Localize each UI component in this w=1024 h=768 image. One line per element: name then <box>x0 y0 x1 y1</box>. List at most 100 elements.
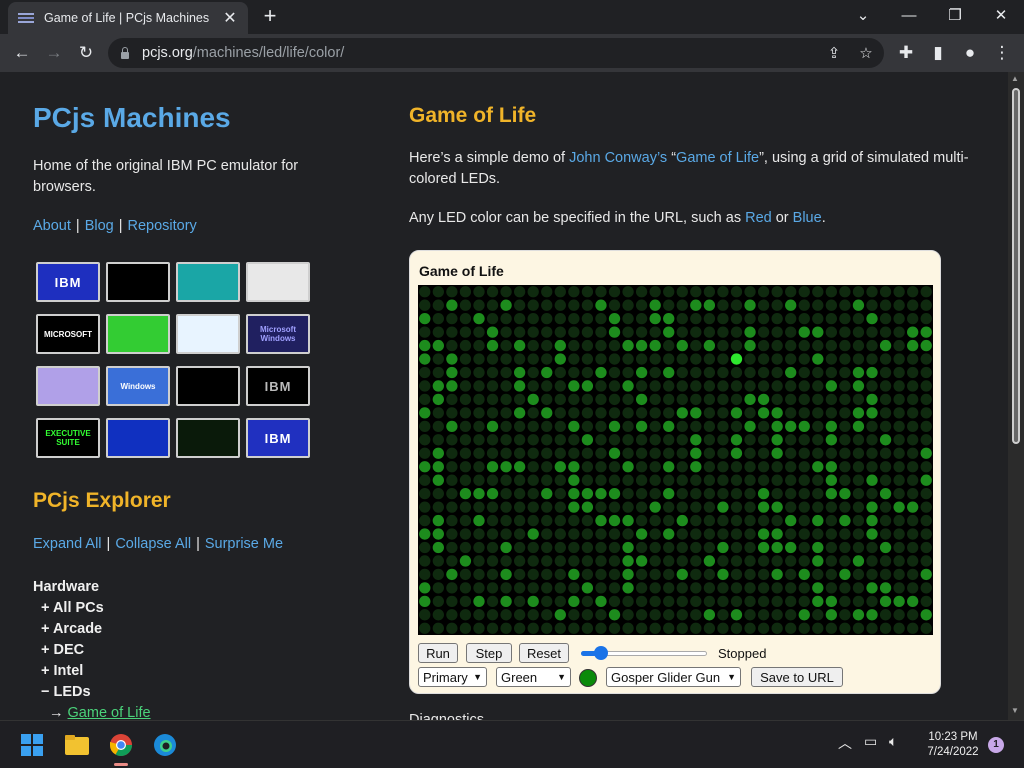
led-cell[interactable] <box>744 326 756 338</box>
step-button[interactable]: Step <box>466 643 512 663</box>
led-cell[interactable] <box>703 555 716 567</box>
led-cell[interactable] <box>812 339 824 352</box>
led-cell[interactable] <box>879 568 892 581</box>
led-cell[interactable] <box>771 420 783 432</box>
led-cell[interactable] <box>500 595 512 607</box>
led-cell[interactable] <box>771 474 783 486</box>
led-cell[interactable] <box>812 299 824 311</box>
led-cell[interactable] <box>798 380 810 392</box>
led-cell[interactable] <box>446 339 458 352</box>
mode-select[interactable]: Primary ▼ <box>418 667 487 687</box>
led-cell[interactable] <box>419 420 431 432</box>
led-cell[interactable] <box>554 474 566 486</box>
led-cell[interactable] <box>798 434 810 446</box>
led-cell[interactable] <box>744 286 756 298</box>
led-cell[interactable] <box>717 407 729 419</box>
led-cell[interactable] <box>717 528 729 540</box>
led-cell[interactable] <box>879 313 892 325</box>
led-cell[interactable] <box>703 393 716 406</box>
led-cell[interactable] <box>513 595 526 607</box>
volume-icon[interactable]: 🔈︎ <box>889 733 897 750</box>
led-cell[interactable] <box>446 555 458 567</box>
led-cell[interactable] <box>473 313 485 325</box>
led-cell[interactable] <box>785 514 797 527</box>
led-cell[interactable] <box>839 286 851 298</box>
led-cell[interactable] <box>419 568 431 581</box>
led-cell[interactable] <box>893 366 905 379</box>
led-cell[interactable] <box>459 514 472 527</box>
led-cell[interactable] <box>730 353 743 365</box>
led-cell[interactable] <box>920 353 932 365</box>
led-cell[interactable] <box>486 568 499 581</box>
led-cell[interactable] <box>581 488 594 500</box>
led-cell[interactable] <box>500 366 512 379</box>
led-cell[interactable] <box>812 461 824 473</box>
led-cell[interactable] <box>907 286 919 298</box>
led-cell[interactable] <box>486 555 499 567</box>
led-cell[interactable] <box>785 299 797 311</box>
machine-thumbnail[interactable]: IBM <box>246 366 310 406</box>
extensions-icon[interactable]: ✚ <box>892 39 920 67</box>
led-cell[interactable] <box>825 514 838 527</box>
led-cell[interactable] <box>635 407 648 419</box>
led-cell[interactable] <box>432 393 444 406</box>
led-cell[interactable] <box>595 595 607 607</box>
led-cell[interactable] <box>568 488 580 500</box>
led-cell[interactable] <box>568 595 580 607</box>
led-cell[interactable] <box>879 339 892 352</box>
led-cell[interactable] <box>446 447 458 459</box>
led-cell[interactable] <box>825 339 838 352</box>
led-cell[interactable] <box>473 420 485 432</box>
led-cell[interactable] <box>757 326 770 338</box>
led-cell[interactable] <box>446 313 458 325</box>
led-cell[interactable] <box>690 622 702 634</box>
led-cell[interactable] <box>690 393 702 406</box>
led-cell[interactable] <box>486 447 499 459</box>
led-cell[interactable] <box>866 366 878 379</box>
led-cell[interactable] <box>879 461 892 473</box>
led-cell[interactable] <box>771 501 783 513</box>
led-cell[interactable] <box>730 528 743 540</box>
led-cell[interactable] <box>541 488 553 500</box>
led-cell[interactable] <box>568 622 580 634</box>
led-cell[interactable] <box>879 501 892 513</box>
led-cell[interactable] <box>879 434 892 446</box>
machine-thumbnail[interactable]: MICROSOFT <box>36 314 100 354</box>
led-cell[interactable] <box>798 420 810 432</box>
site-title[interactable]: PCjs Machines <box>33 102 231 134</box>
led-cell[interactable] <box>920 609 932 621</box>
led-cell[interactable] <box>527 407 539 419</box>
led-cell[interactable] <box>432 461 444 473</box>
led-cell[interactable] <box>608 299 621 311</box>
led-cell[interactable] <box>541 461 553 473</box>
led-cell[interactable] <box>568 609 580 621</box>
led-cell[interactable] <box>744 568 756 581</box>
led-cell[interactable] <box>785 447 797 459</box>
led-cell[interactable] <box>622 609 634 621</box>
led-cell[interactable] <box>513 366 526 379</box>
led-cell[interactable] <box>690 447 702 459</box>
led-cell[interactable] <box>649 555 661 567</box>
led-cell[interactable] <box>473 366 485 379</box>
led-cell[interactable] <box>771 380 783 392</box>
led-cell[interactable] <box>703 299 716 311</box>
reload-icon[interactable]: ↻ <box>72 39 100 67</box>
led-cell[interactable] <box>473 393 485 406</box>
led-cell[interactable] <box>581 555 594 567</box>
led-cell[interactable] <box>541 501 553 513</box>
led-cell[interactable] <box>622 447 634 459</box>
back-icon[interactable]: ← <box>8 39 36 67</box>
led-cell[interactable] <box>473 541 485 554</box>
led-cell[interactable] <box>730 514 743 527</box>
led-cell[interactable] <box>676 568 688 581</box>
led-cell[interactable] <box>608 528 621 540</box>
led-cell[interactable] <box>635 461 648 473</box>
led-cell[interactable] <box>757 407 770 419</box>
led-cell[interactable] <box>907 528 919 540</box>
tree-item-intel[interactable]: + Intel <box>33 661 151 682</box>
led-cell[interactable] <box>446 393 458 406</box>
led-cell[interactable] <box>717 609 729 621</box>
led-cell[interactable] <box>839 393 851 406</box>
led-cell[interactable] <box>554 514 566 527</box>
led-cell[interactable] <box>635 555 648 567</box>
